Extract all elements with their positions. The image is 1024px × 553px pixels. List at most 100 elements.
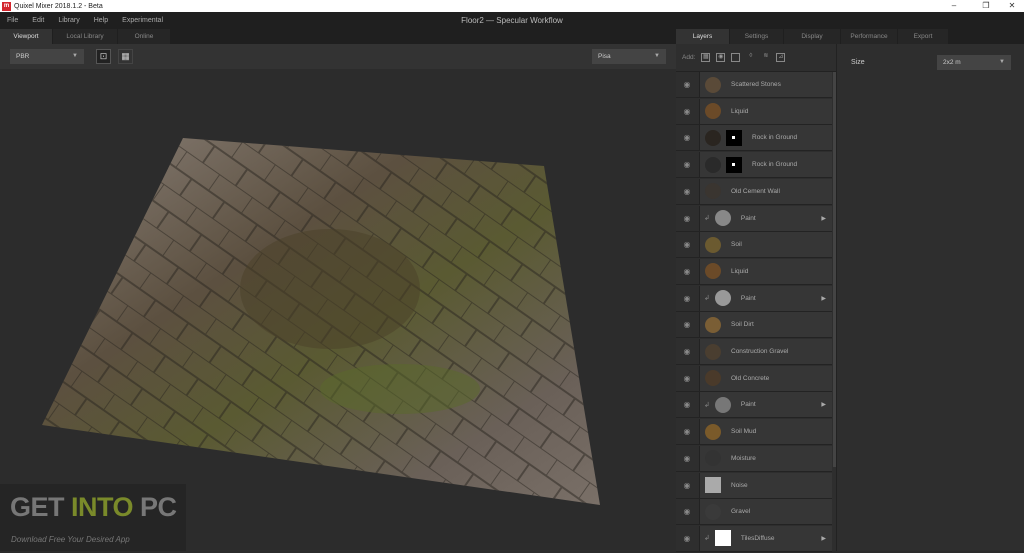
tab-online[interactable]: Online [118, 29, 170, 44]
chevron-right-icon[interactable]: ▶ [821, 401, 826, 408]
layer-item[interactable]: Scattered Stones [699, 72, 832, 97]
layer-name: Soil Mud [731, 428, 757, 436]
eye-icon[interactable]: ◉ [676, 160, 698, 169]
layer-item[interactable]: Rock in Ground [699, 152, 832, 178]
layer-item[interactable]: Noise [699, 472, 832, 498]
menu-bar: File Edit Library Help Experimental [0, 12, 1024, 29]
layer-name: Paint [740, 294, 756, 302]
layer-row[interactable]: ◉ Old Cement Wall [676, 178, 832, 205]
eye-icon[interactable]: ◉ [676, 240, 698, 249]
eye-icon[interactable]: ◉ [676, 481, 698, 490]
add-liquid-icon[interactable]: ◊ [746, 53, 755, 62]
layer-row[interactable]: ◉ ↲ Paint ▶ [676, 285, 832, 312]
eye-icon[interactable]: ◉ [676, 133, 698, 142]
app-logo: m [2, 1, 11, 11]
window-title: Quixel Mixer 2018.1.2 - Beta [14, 2, 103, 10]
tab-settings[interactable]: Settings [730, 29, 783, 44]
floor-material-preview [42, 138, 600, 505]
layer-row[interactable]: ◉ ↲ TilesDiffuse ▶ [676, 525, 832, 552]
eye-icon[interactable]: ◉ [676, 534, 698, 543]
eye-icon[interactable]: ◉ [676, 187, 698, 196]
watermark-tagline: Download Free Your Desired App [11, 535, 130, 544]
eye-icon[interactable]: ◉ [676, 374, 698, 383]
layer-item[interactable]: Liquid [699, 98, 832, 124]
add-surface-icon[interactable]: ▦ [701, 53, 711, 62]
menu-edit[interactable]: Edit [25, 17, 51, 24]
layer-row[interactable]: ◉ Scattered Stones [676, 72, 832, 98]
eye-icon[interactable]: ◉ [676, 347, 698, 356]
layer-item[interactable]: ↲ Paint ▶ [699, 205, 832, 231]
environment-select[interactable]: Pisa ▼ [592, 49, 666, 64]
chevron-right-icon[interactable]: ▶ [821, 535, 826, 542]
render-mode-select[interactable]: PBR ▼ [10, 49, 84, 64]
layer-row[interactable]: ◉ Soil [676, 232, 832, 259]
eye-icon[interactable]: ◉ [676, 454, 698, 463]
layer-name: Old Cement Wall [731, 187, 780, 195]
tab-performance[interactable]: Performance [841, 29, 897, 44]
menu-library[interactable]: Library [51, 17, 86, 24]
eye-icon[interactable]: ◉ [676, 400, 698, 409]
tab-viewport[interactable]: Viewport [0, 29, 52, 44]
layer-item[interactable]: Old Cement Wall [699, 178, 832, 204]
layer-row[interactable]: ◉ Soil Dirt [676, 312, 832, 339]
tab-export[interactable]: Export [898, 29, 948, 44]
chevron-right-icon[interactable]: ▶ [821, 295, 826, 302]
menu-help[interactable]: Help [87, 17, 115, 24]
layer-thumbnail [705, 450, 721, 467]
tab-display[interactable]: Display [784, 29, 840, 44]
eye-icon[interactable]: ◉ [676, 294, 698, 303]
eye-icon[interactable]: ◉ [676, 427, 698, 436]
add-image-icon[interactable]: ⊿ [776, 53, 786, 62]
image-view-icon[interactable]: ⊡ [96, 49, 111, 64]
chevron-right-icon[interactable]: ▶ [821, 215, 826, 222]
minimize-button[interactable]: – [940, 0, 968, 12]
layer-row[interactable]: ◉ Moisture [676, 445, 832, 472]
layer-row[interactable]: ◉ Noise [676, 472, 832, 499]
layer-item[interactable]: Construction Gravel [699, 339, 832, 364]
size-value: 2x2 m [943, 59, 961, 66]
eye-icon[interactable]: ◉ [676, 214, 698, 223]
layer-row[interactable]: ◉ Old Concrete [676, 365, 832, 392]
tab-local-library[interactable]: Local Library [53, 29, 117, 44]
layer-item[interactable]: ↲ Paint ▶ [699, 285, 832, 311]
menu-file[interactable]: File [0, 17, 25, 24]
eye-icon[interactable]: ◉ [676, 507, 698, 516]
layer-thumbnail [705, 156, 721, 173]
layer-item[interactable]: Liquid [699, 258, 832, 284]
layer-item[interactable]: Soil Dirt [699, 312, 832, 338]
layer-name: Noise [731, 481, 748, 489]
eye-icon[interactable]: ◉ [676, 80, 698, 89]
add-solid-icon[interactable] [731, 53, 741, 62]
tab-layers[interactable]: Layers [676, 29, 729, 44]
layer-row[interactable]: ◉ Construction Gravel [676, 339, 832, 365]
layer-item[interactable]: Rock in Ground [699, 125, 832, 151]
layer-item[interactable]: ↲ TilesDiffuse ▶ [699, 525, 832, 551]
layer-row[interactable]: ◉ Liquid [676, 98, 832, 125]
menu-experimental[interactable]: Experimental [115, 17, 170, 24]
layer-row[interactable]: ◉ Rock in Ground [676, 152, 832, 179]
close-button[interactable]: ✕ [998, 0, 1024, 12]
layer-item[interactable]: Soil [699, 232, 832, 258]
size-select[interactable]: 2x2 m ▼ [937, 55, 1011, 70]
3d-viewport[interactable] [0, 69, 676, 551]
layer-row[interactable]: ◉ Rock in Ground [676, 125, 832, 152]
layer-item[interactable]: Soil Mud [699, 419, 832, 445]
layer-row[interactable]: ◉ Soil Mud [676, 419, 832, 446]
add-noise-icon[interactable]: ≋ [761, 53, 770, 62]
layer-item[interactable]: Old Concrete [699, 365, 832, 391]
eye-icon[interactable]: ◉ [676, 107, 698, 116]
layer-thumbnail [705, 343, 721, 360]
layer-item[interactable]: Gravel [699, 499, 832, 525]
layer-row[interactable]: ◉ ↲ Paint ▶ [676, 392, 832, 419]
layer-row[interactable]: ◉ Liquid [676, 258, 832, 285]
maximize-button[interactable]: ❐ [972, 0, 1000, 12]
layer-row[interactable]: ◉ ↲ Paint ▶ [676, 205, 832, 232]
eye-icon[interactable]: ◉ [676, 267, 698, 276]
grid-icon[interactable]: ▦ [118, 49, 133, 64]
layer-thumbnail [705, 129, 721, 146]
layer-item[interactable]: ↲ Paint ▶ [699, 392, 832, 418]
layer-row[interactable]: ◉ Gravel [676, 499, 832, 526]
add-material-icon[interactable]: ◉ [716, 53, 726, 62]
eye-icon[interactable]: ◉ [676, 320, 698, 329]
layer-item[interactable]: Moisture [699, 445, 832, 471]
